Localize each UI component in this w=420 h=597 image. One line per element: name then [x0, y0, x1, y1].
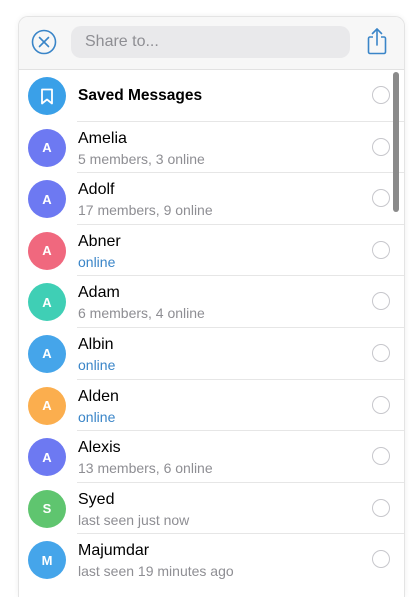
contact-row[interactable]: A Alden online	[19, 380, 404, 432]
contact-name: Adam	[78, 284, 120, 302]
avatar-initial: A	[42, 346, 52, 362]
contact-name: Abner	[78, 232, 121, 250]
contact-status: 13 members, 6 online	[78, 460, 213, 477]
contact-name: Amelia	[78, 129, 127, 147]
avatar: A	[28, 334, 66, 373]
select-radio[interactable]	[372, 86, 390, 104]
share-icon	[367, 28, 387, 55]
avatar-initial: A	[42, 398, 52, 414]
select-radio[interactable]	[372, 550, 390, 569]
contact-name: Saved Messages	[78, 87, 203, 104]
contact-name: Majumdar	[78, 542, 150, 560]
share-button[interactable]	[364, 26, 390, 56]
contact-list: Saved Messages A Amelia 5 members, 3 online…	[19, 70, 404, 586]
contact-status: last seen 19 minutes ago	[78, 563, 234, 580]
contact-status: online	[78, 356, 116, 373]
contact-row[interactable]: A Abner online	[19, 225, 404, 277]
select-radio[interactable]	[372, 447, 390, 466]
close-circle-icon	[31, 29, 57, 55]
avatar: A	[28, 438, 66, 477]
share-sheet: Saved Messages A Amelia 5 members, 3 online…	[18, 16, 405, 597]
avatar-initial: A	[42, 140, 52, 156]
avatar-initial: A	[42, 191, 52, 207]
avatar-initial: A	[42, 243, 52, 259]
avatar: A	[28, 128, 66, 167]
contact-name: Alden	[78, 387, 119, 405]
contact-row[interactable]: A Alexis 13 members, 6 online	[19, 431, 404, 483]
share-header	[19, 17, 404, 70]
avatar: A	[28, 283, 66, 322]
contact-row[interactable]: A Albin online	[19, 328, 404, 380]
search-input[interactable]	[83, 32, 350, 52]
avatar-initial: A	[42, 294, 52, 310]
avatar-initial: S	[42, 501, 52, 517]
contact-status: 6 members, 4 online	[78, 305, 205, 322]
search-bar[interactable]	[71, 26, 350, 58]
select-radio[interactable]	[372, 498, 390, 517]
select-radio[interactable]	[372, 189, 390, 208]
avatar: S	[28, 489, 66, 528]
contact-row[interactable]: A Adam 6 members, 4 online	[19, 276, 404, 328]
contact-name: Alexis	[78, 439, 121, 457]
scrollbar[interactable]	[393, 72, 399, 212]
contact-status: online	[78, 253, 116, 270]
select-radio[interactable]	[372, 395, 390, 414]
select-radio[interactable]	[372, 137, 390, 156]
contact-status: last seen just now	[78, 511, 190, 528]
select-radio[interactable]	[372, 343, 390, 362]
contact-row[interactable]: A Amelia 5 members, 3 online	[19, 122, 404, 174]
avatar: M	[28, 541, 66, 580]
bookmark-icon	[41, 88, 53, 104]
contact-name: Syed	[78, 490, 115, 508]
avatar: A	[28, 386, 66, 425]
avatar: A	[28, 180, 66, 219]
contact-status: online	[78, 408, 116, 425]
contact-row[interactable]: S Syed last seen just now	[19, 483, 404, 535]
avatar-initial: M	[41, 552, 53, 568]
avatar-initial: A	[42, 449, 52, 465]
contact-status: 17 members, 9 online	[78, 202, 213, 219]
contact-name: Adolf	[78, 181, 115, 199]
contact-status: 5 members, 3 online	[78, 150, 205, 167]
contact-row[interactable]: M Majumdar last seen 19 minutes ago	[19, 534, 404, 586]
contact-row[interactable]: A Adolf 17 members, 9 online	[19, 173, 404, 225]
avatar: A	[28, 231, 66, 270]
contact-name: Albin	[78, 335, 114, 353]
select-radio[interactable]	[372, 240, 390, 259]
contact-row[interactable]: Saved Messages	[19, 70, 404, 122]
saved-messages-avatar	[28, 77, 66, 115]
select-radio[interactable]	[372, 292, 390, 311]
close-button[interactable]	[31, 29, 57, 55]
